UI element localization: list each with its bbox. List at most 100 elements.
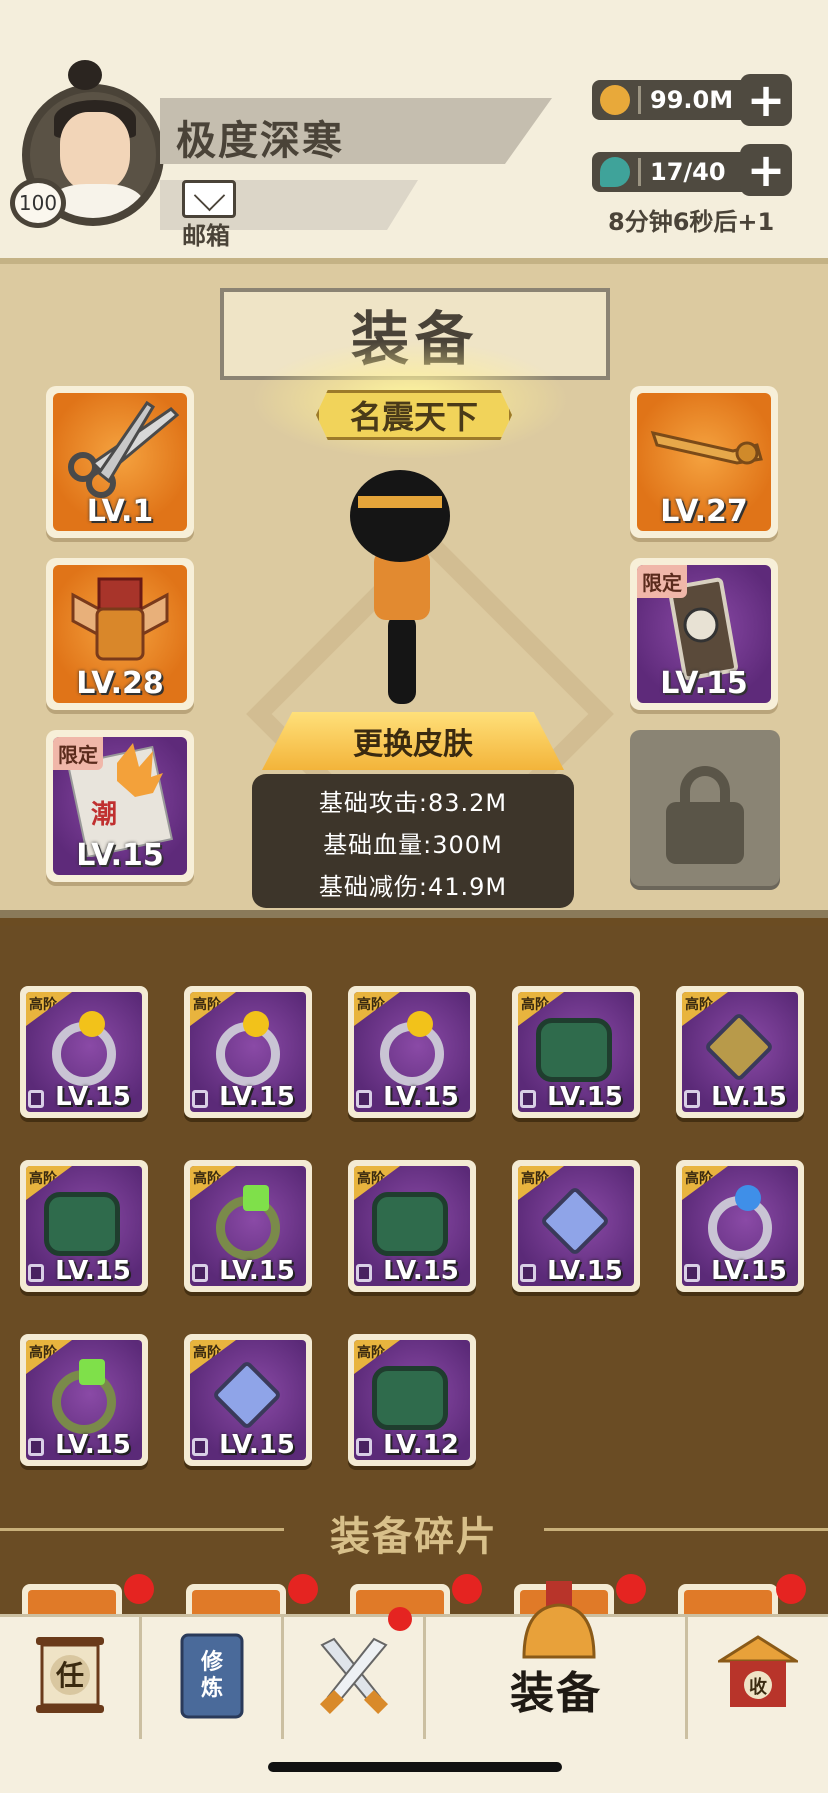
inventory-item[interactable]: 高阶 LV.12 [348, 1334, 476, 1466]
slot-level: LV.28 [76, 666, 164, 701]
lock-icon [192, 1438, 208, 1456]
lock-icon [684, 1264, 700, 1282]
item-level: LV.15 [55, 1082, 131, 1112]
lock-icon [192, 1090, 208, 1108]
item-level: LV.15 [383, 1256, 459, 1286]
lock-icon [520, 1264, 536, 1282]
lock-icon [520, 1090, 536, 1108]
necklace-icon [211, 1359, 283, 1431]
item-level: LV.15 [711, 1082, 787, 1112]
slot-level: LV.15 [660, 666, 748, 701]
limited-tag: 限定 [637, 565, 687, 598]
svg-text:任: 任 [54, 1659, 83, 1692]
coin-icon [600, 85, 630, 115]
nav-tab-tasks[interactable]: 任 [0, 1617, 142, 1739]
tier-badge: 高阶 [26, 1340, 72, 1374]
inventory-item[interactable]: 高阶 LV.15 [676, 1160, 804, 1292]
inventory-item[interactable]: 高阶 LV.15 [348, 986, 476, 1118]
item-level: LV.15 [55, 1256, 131, 1286]
mail-label[interactable]: 邮箱 [182, 216, 230, 251]
tier-badge: 高阶 [190, 1340, 236, 1374]
tier-badge: 高阶 [518, 1166, 564, 1200]
necklace-icon [539, 1185, 611, 1257]
inventory-item[interactable]: 高阶 LV.15 [184, 1334, 312, 1466]
player-name: 极度深寒 [176, 118, 344, 164]
stat-attack: 基础攻击:83.2M [318, 789, 508, 817]
inventory-item[interactable]: 高阶 LV.15 [184, 986, 312, 1118]
lock-icon [28, 1264, 44, 1282]
equip-slot-armor[interactable]: LV.28 [46, 558, 194, 710]
item-level: LV.15 [55, 1430, 131, 1460]
change-skin-button[interactable]: 更换皮肤 [262, 712, 564, 770]
inventory-item[interactable]: 高阶 LV.15 [20, 1160, 148, 1292]
inventory-item[interactable]: 高阶 LV.15 [20, 1334, 148, 1466]
energy-value: 17/40 [650, 158, 726, 186]
bracer-icon [44, 1192, 120, 1256]
bracer-icon [372, 1192, 448, 1256]
svg-text:炼: 炼 [200, 1675, 222, 1701]
notification-dot [288, 1574, 318, 1604]
locked-slot[interactable] [630, 730, 780, 886]
stat-defense: 基础减伤:41.9M [318, 873, 508, 901]
lock-icon [192, 1264, 208, 1282]
nav-tab-cultivate[interactable]: 修 炼 [142, 1617, 284, 1739]
equip-slot-key[interactable]: LV.27 [630, 386, 778, 538]
crossed-swords-icon [319, 1637, 388, 1715]
inventory-item[interactable]: 高阶 LV.15 [348, 1160, 476, 1292]
inventory-item[interactable]: 高阶 LV.15 [184, 1160, 312, 1292]
hero-character [330, 470, 470, 710]
ring-icon [216, 1011, 280, 1086]
ring-icon [52, 1011, 116, 1086]
equip-slot-weapon[interactable]: LV.1 [46, 386, 194, 538]
equip-slot-scroll[interactable]: 限定 LV.15 [630, 558, 778, 710]
bracer-icon [536, 1018, 612, 1082]
nav-tab-battle[interactable] [284, 1607, 426, 1739]
nav-tab-shop[interactable]: 收 [688, 1617, 828, 1739]
lock-icon [684, 1090, 700, 1108]
inventory-item[interactable]: 高阶 LV.15 [512, 1160, 640, 1292]
inventory-item[interactable]: 高阶 LV.15 [676, 986, 804, 1118]
item-level: LV.15 [383, 1082, 459, 1112]
inventory-item[interactable]: 高阶 LV.15 [20, 986, 148, 1118]
slot-level: LV.15 [76, 838, 164, 873]
tier-badge: 高阶 [190, 1166, 236, 1200]
slot-level: LV.27 [660, 494, 748, 529]
necklace-icon [703, 1011, 775, 1083]
item-level: LV.15 [547, 1256, 623, 1286]
bracelet-icon [216, 1185, 280, 1260]
add-energy-button[interactable]: + [740, 144, 792, 196]
rank-title: 名震天下 [349, 398, 478, 436]
add-coins-button[interactable]: + [740, 74, 792, 126]
notification-dot [388, 1607, 412, 1631]
lock-icon [28, 1090, 44, 1108]
inventory-item[interactable]: 高阶 LV.15 [512, 986, 640, 1118]
equip-slot-book[interactable]: 潮 限定 LV.15 [46, 730, 194, 882]
limited-tag: 限定 [53, 737, 103, 770]
notification-dot [616, 1574, 646, 1604]
item-level: LV.15 [219, 1430, 295, 1460]
ring-icon [380, 1011, 444, 1086]
coin-value: 99.0M [650, 86, 734, 114]
top-header: 100 极度深寒 邮箱 99.0M + 17/40 + 8分钟6秒后+1 [0, 0, 828, 258]
bracer-icon [372, 1366, 448, 1430]
ring-icon [708, 1185, 772, 1260]
notification-dot [452, 1574, 482, 1604]
item-level: LV.15 [547, 1082, 623, 1112]
avatar-topknot [68, 60, 102, 90]
home-indicator[interactable] [268, 1762, 562, 1772]
equipment-helmet-icon [522, 1581, 596, 1659]
energy-drop-icon [600, 157, 630, 187]
item-level: LV.15 [711, 1256, 787, 1286]
cultivate-book-icon: 修 炼 [180, 1633, 243, 1719]
svg-text:修: 修 [199, 1649, 223, 1675]
fragments-title: 装备碎片 [330, 1514, 498, 1560]
lock-icon [356, 1090, 372, 1108]
mail-icon[interactable] [182, 180, 236, 218]
tier-badge: 高阶 [26, 992, 72, 1026]
stats-panel: 基础攻击:83.2M 基础血量:300M 基础减伤:41.9M [252, 774, 574, 908]
nav-tab-equipment[interactable]: 装备 [426, 1581, 688, 1739]
svg-text:收: 收 [749, 1676, 767, 1698]
notification-dot [776, 1574, 806, 1604]
stat-hp: 基础血量:300M [323, 831, 503, 859]
task-scroll-icon: 任 [35, 1637, 104, 1713]
